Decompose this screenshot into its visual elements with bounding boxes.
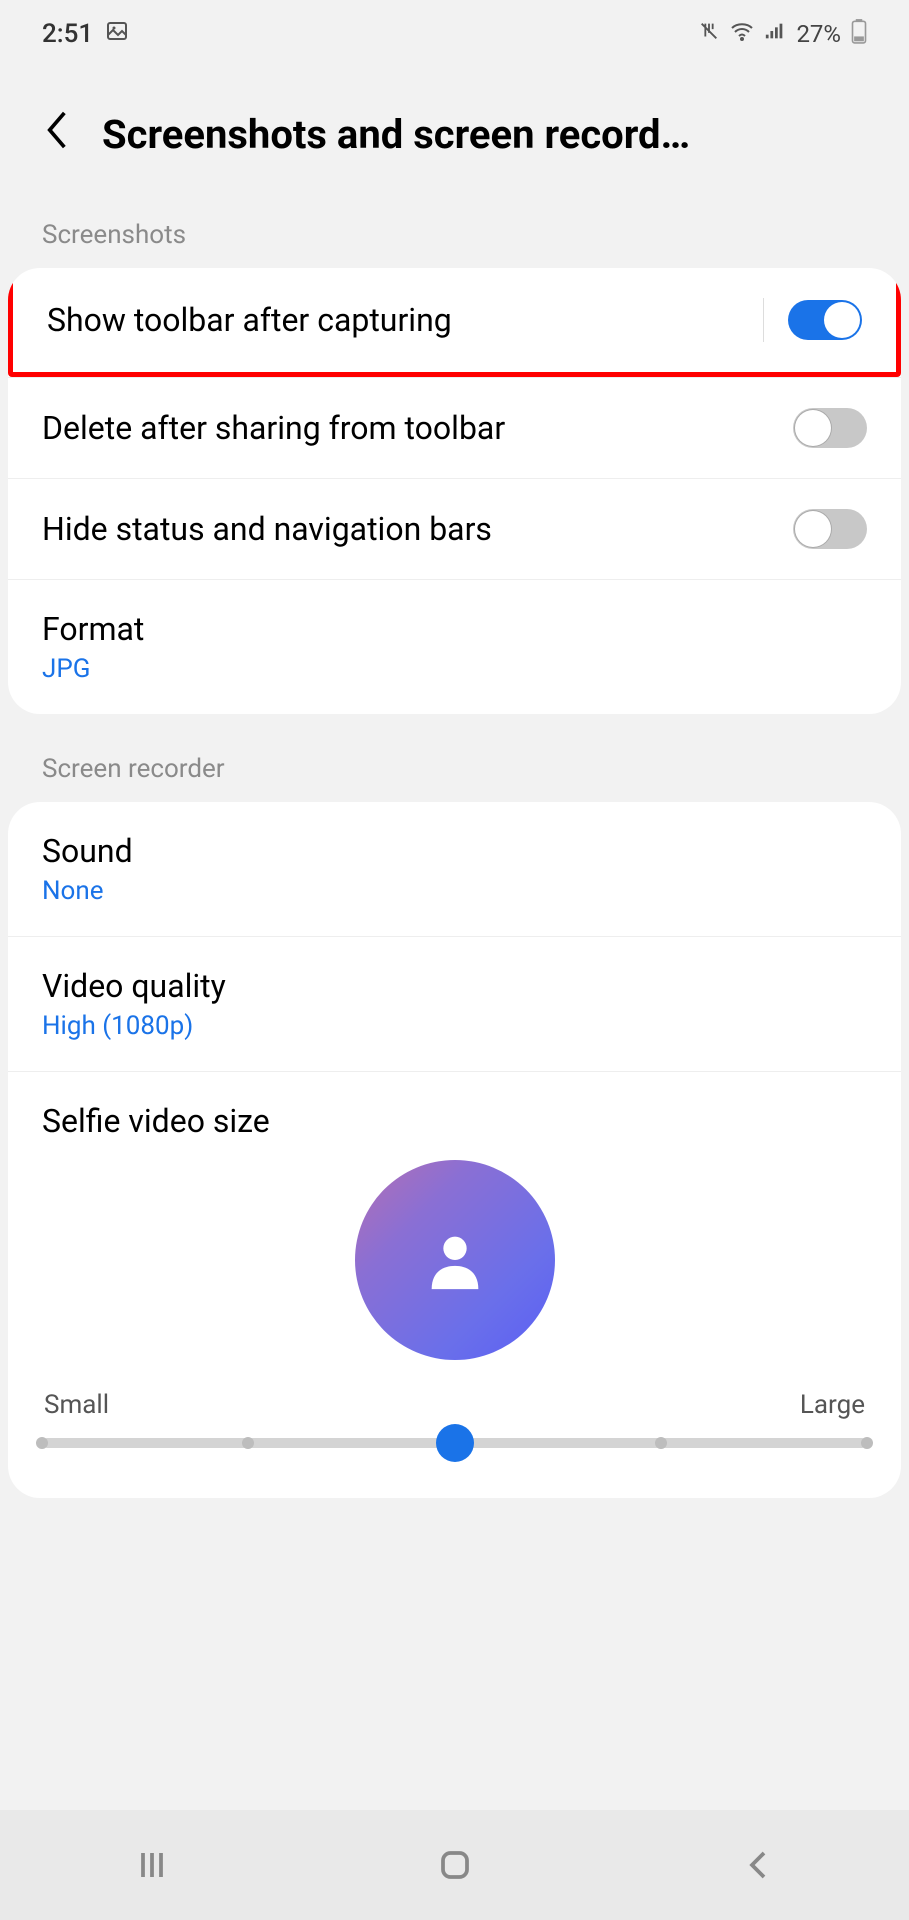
slider-max-label: Large [800, 1390, 865, 1420]
selfie-size-slider[interactable] [42, 1438, 867, 1448]
vibrate-icon [698, 20, 720, 48]
hide-bars-toggle[interactable] [793, 509, 867, 549]
nav-back-button[interactable] [740, 1847, 776, 1883]
nav-recents-button[interactable] [134, 1847, 170, 1883]
show-toolbar-label: Show toolbar after capturing [47, 301, 452, 339]
status-right: 27% [698, 18, 867, 50]
nav-home-button[interactable] [437, 1847, 473, 1883]
signal-icon [764, 20, 786, 48]
sound-value: None [42, 876, 133, 906]
status-time: 2:51 [42, 19, 93, 49]
screen-recorder-card: Sound None Video quality High (1080p) Se… [8, 802, 901, 1498]
sound-label: Sound [42, 832, 133, 870]
setting-show-toolbar[interactable]: Show toolbar after capturing [8, 268, 901, 377]
slider-thumb[interactable] [436, 1424, 474, 1462]
battery-icon [851, 18, 867, 50]
toggle-separator [763, 298, 764, 342]
navigation-bar [0, 1810, 909, 1920]
hide-bars-label: Hide status and navigation bars [42, 510, 492, 548]
status-left: 2:51 [42, 19, 129, 50]
page-title: Screenshots and screen record… [102, 111, 867, 158]
selfie-size-label: Selfie video size [42, 1102, 867, 1140]
person-icon [420, 1225, 490, 1295]
wifi-icon [730, 19, 754, 49]
slider-min-label: Small [44, 1390, 109, 1420]
battery-percent: 27% [796, 20, 841, 48]
setting-video-quality[interactable]: Video quality High (1080p) [8, 936, 901, 1071]
delete-after-sharing-toggle[interactable] [793, 408, 867, 448]
setting-hide-bars[interactable]: Hide status and navigation bars [8, 478, 901, 579]
section-screenshots-label: Screenshots [0, 200, 909, 268]
setting-selfie-size: Selfie video size Small Large [8, 1071, 901, 1498]
header: Screenshots and screen record… [0, 60, 909, 200]
format-label: Format [42, 610, 144, 648]
delete-after-sharing-label: Delete after sharing from toolbar [42, 409, 505, 447]
slider-labels: Small Large [42, 1390, 867, 1420]
format-value: JPG [42, 654, 144, 684]
back-button[interactable] [42, 108, 72, 160]
setting-sound[interactable]: Sound None [8, 802, 901, 936]
section-screen-recorder-label: Screen recorder [0, 734, 909, 802]
image-icon [105, 19, 129, 50]
video-quality-value: High (1080p) [42, 1011, 226, 1041]
selfie-avatar-preview [355, 1160, 555, 1360]
status-bar: 2:51 27% [0, 0, 909, 60]
show-toolbar-toggle[interactable] [788, 300, 862, 340]
setting-delete-after-sharing[interactable]: Delete after sharing from toolbar [8, 377, 901, 478]
video-quality-label: Video quality [42, 967, 226, 1005]
screenshots-card: Show toolbar after capturing Delete afte… [8, 268, 901, 714]
setting-format[interactable]: Format JPG [8, 579, 901, 714]
